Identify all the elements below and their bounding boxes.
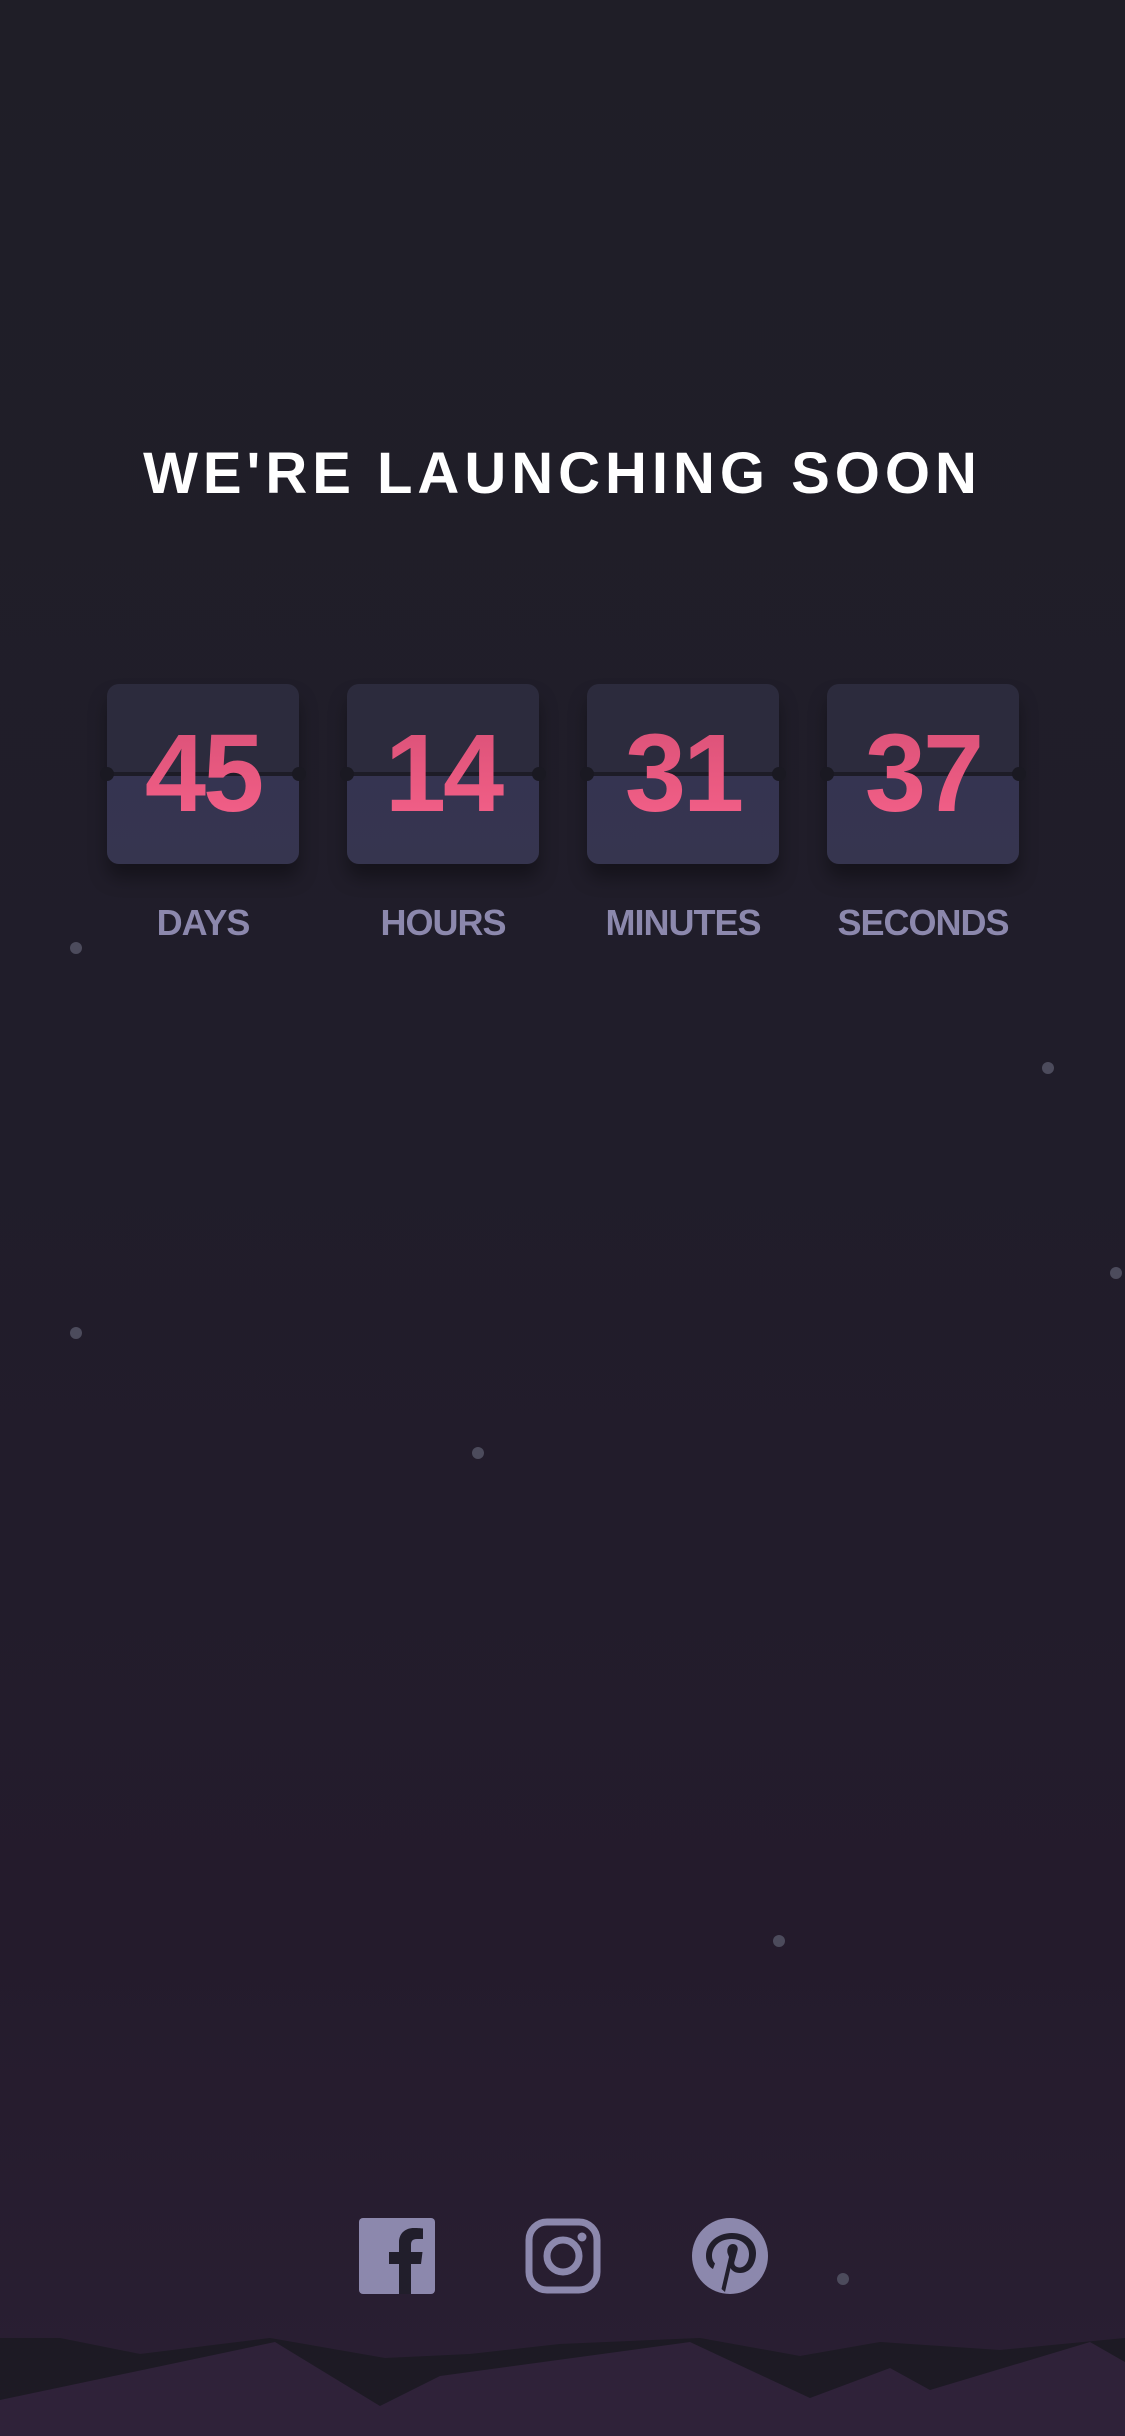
page-title: WE'RE LAUNCHING SOON <box>143 441 982 506</box>
card-hinge <box>292 767 306 781</box>
countdown-hours: 14 HOURS <box>340 684 546 944</box>
card-hinge <box>532 767 546 781</box>
flip-card: 45 <box>100 684 306 864</box>
flip-card: 37 <box>820 684 1026 864</box>
card-hinge <box>100 767 114 781</box>
minutes-label: MINUTES <box>605 902 762 943</box>
countdown-days: 45 DAYS <box>100 684 306 944</box>
card-hinge <box>580 767 594 781</box>
star-dot <box>472 1447 484 1459</box>
instagram-icon[interactable] <box>525 2218 601 2294</box>
days-label: DAYS <box>156 902 251 943</box>
seconds-value: 37 <box>827 684 1019 864</box>
card-hinge <box>820 767 834 781</box>
days-value: 45 <box>107 684 299 864</box>
facebook-icon[interactable] <box>359 2218 435 2294</box>
minutes-value: 31 <box>587 684 779 864</box>
pinterest-icon[interactable] <box>692 2218 768 2294</box>
star-dot <box>773 1935 785 1947</box>
hours-value: 14 <box>347 684 539 864</box>
hours-label: HOURS <box>380 902 506 943</box>
star-dot <box>1110 1267 1122 1279</box>
social-links <box>0 2218 1125 2294</box>
seconds-label: SECONDS <box>837 902 1009 943</box>
flip-card: 14 <box>340 684 546 864</box>
card-hinge <box>340 767 354 781</box>
star-dot <box>1042 1062 1054 1074</box>
card-hinge <box>772 767 786 781</box>
countdown-seconds: 37 SECONDS <box>820 684 1026 944</box>
countdown-minutes: 31 MINUTES <box>580 684 786 944</box>
countdown-timer: 45 DAYS 14 HOURS 31 MINUTES 37 SECONDS <box>0 684 1125 954</box>
card-hinge <box>1012 767 1026 781</box>
flip-card: 31 <box>580 684 786 864</box>
star-dot <box>70 1327 82 1339</box>
